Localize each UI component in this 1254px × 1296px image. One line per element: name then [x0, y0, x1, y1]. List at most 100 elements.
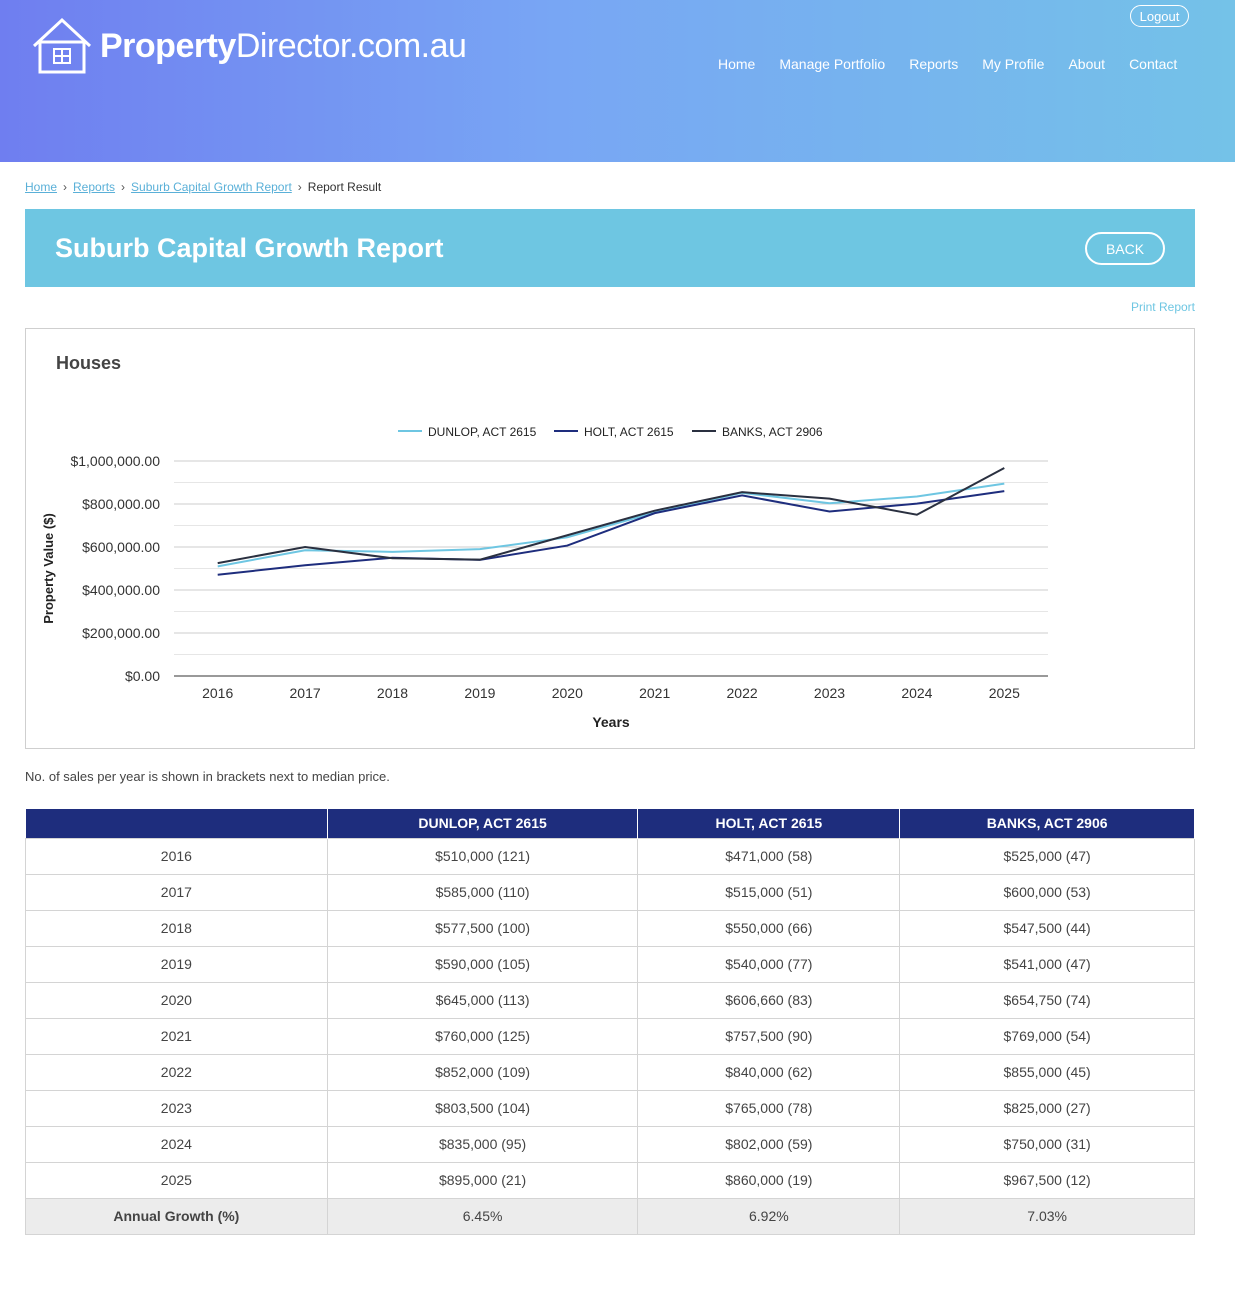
- table-row: 2018 $577,500 (100) $550,000 (66) $547,500 …: [25, 909, 1195, 947]
- value-cell: $840,000 (62): [637, 1053, 901, 1091]
- value-cell: $541,000 (47): [899, 945, 1195, 983]
- year-cell: 2016: [25, 837, 328, 875]
- value-cell: $654,750 (74): [899, 981, 1195, 1019]
- breadcrumb-home[interactable]: Home: [25, 180, 57, 194]
- value-cell: $835,000 (95): [326, 1125, 639, 1163]
- value-cell: $855,000 (45): [899, 1053, 1195, 1091]
- table-header-row: DUNLOP, ACT 2615 HOLT, ACT 2615 BANKS, A…: [25, 809, 1195, 838]
- header-holt: HOLT, ACT 2615: [637, 809, 901, 838]
- y-tick-label: $200,000.00: [82, 625, 160, 641]
- value-cell: $765,000 (78): [637, 1089, 901, 1127]
- growth-value: 6.45%: [326, 1197, 639, 1235]
- value-cell: $852,000 (109): [326, 1053, 639, 1091]
- value-cell: $769,000 (54): [899, 1017, 1195, 1055]
- value-cell: $525,000 (47): [899, 837, 1195, 875]
- value-cell: $540,000 (77): [637, 945, 901, 983]
- growth-label: Annual Growth (%): [25, 1197, 328, 1235]
- value-cell: $645,000 (113): [326, 981, 639, 1019]
- nav-about[interactable]: About: [1068, 56, 1105, 72]
- nav-my-profile[interactable]: My Profile: [982, 56, 1044, 72]
- value-cell: $760,000 (125): [326, 1017, 639, 1055]
- header-dunlop: DUNLOP, ACT 2615: [327, 809, 639, 838]
- x-tick-label: 2018: [377, 685, 408, 701]
- y-tick-label: $0.00: [125, 668, 160, 684]
- breadcrumb-reports[interactable]: Reports: [73, 180, 115, 194]
- growth-value: 6.92%: [637, 1197, 901, 1235]
- y-tick-label: $600,000.00: [82, 539, 160, 555]
- nav-home[interactable]: Home: [718, 56, 755, 72]
- line-chart: $0.00 $200,000.00 $400,000.00 $600,000.00 $8…: [41, 425, 1048, 730]
- value-cell: $600,000 (53): [899, 873, 1195, 911]
- value-cell: $825,000 (27): [899, 1089, 1195, 1127]
- nav-contact[interactable]: Contact: [1129, 56, 1177, 72]
- table-row: 2024 $835,000 (95) $802,000 (59) $750,000 (…: [25, 1125, 1195, 1163]
- print-report-link[interactable]: Print Report: [1131, 300, 1195, 314]
- series-line-0: [217, 482, 1005, 568]
- x-tick-label: 2017: [290, 685, 321, 701]
- year-cell: 2023: [25, 1089, 328, 1127]
- report-table: DUNLOP, ACT 2615 HOLT, ACT 2615 BANKS, A…: [25, 809, 1195, 1235]
- table-row: 2016 $510,000 (121) $471,000 (58) $525,000 …: [25, 837, 1195, 875]
- site-logo[interactable]: PropertyDirector.com.au: [30, 16, 467, 76]
- table-row: 2019 $590,000 (105) $540,000 (77) $541,000 …: [25, 945, 1195, 983]
- logo-text: PropertyDirector.com.au: [100, 26, 467, 65]
- breadcrumb-suburb-report[interactable]: Suburb Capital Growth Report: [131, 180, 292, 194]
- table-row: 2025 $895,000 (21) $860,000 (19) $967,500 (…: [25, 1161, 1195, 1199]
- legend-label: HOLT, ACT 2615: [584, 425, 674, 439]
- logout-button[interactable]: Logout: [1130, 5, 1189, 27]
- x-tick-label: 2021: [639, 685, 670, 701]
- page-title: Suburb Capital Growth Report: [55, 233, 444, 263]
- x-tick-label: 2023: [814, 685, 845, 701]
- value-cell: $471,000 (58): [637, 837, 901, 875]
- year-cell: 2022: [25, 1053, 328, 1091]
- y-tick-label: $800,000.00: [82, 496, 160, 512]
- value-cell: $606,660 (83): [637, 981, 901, 1019]
- value-cell: $757,500 (90): [637, 1017, 901, 1055]
- nav-manage-portfolio[interactable]: Manage Portfolio: [779, 56, 885, 72]
- value-cell: $577,500 (100): [326, 909, 639, 947]
- year-cell: 2024: [25, 1125, 328, 1163]
- site-header: PropertyDirector.com.au Logout Home Mana…: [0, 0, 1235, 162]
- back-button[interactable]: BACK: [1085, 232, 1165, 265]
- chevron-right-icon: ›: [63, 180, 68, 194]
- value-cell: $510,000 (121): [326, 837, 639, 875]
- value-cell: $860,000 (19): [637, 1161, 901, 1199]
- year-cell: 2019: [25, 945, 328, 983]
- house-logo-icon: [32, 17, 92, 74]
- x-tick-label: 2025: [989, 685, 1020, 701]
- x-tick-label: 2020: [552, 685, 583, 701]
- x-tick-label: 2024: [901, 685, 932, 701]
- year-cell: 2025: [25, 1161, 328, 1199]
- value-cell: $895,000 (21): [326, 1161, 639, 1199]
- table-row: 2022 $852,000 (109) $840,000 (62) $855,000 …: [25, 1053, 1195, 1091]
- y-tick-label: $1,000,000.00: [70, 453, 160, 469]
- year-cell: 2018: [25, 909, 328, 947]
- table-row: 2017 $585,000 (110) $515,000 (51) $600,000 …: [25, 873, 1195, 911]
- y-tick-label: $400,000.00: [82, 582, 160, 598]
- breadcrumb: Home › Reports › Suburb Capital Growth R…: [25, 180, 381, 194]
- growth-row: Annual Growth (%) 6.45% 6.92% 7.03%: [25, 1197, 1195, 1235]
- sales-note: No. of sales per year is shown in bracke…: [25, 769, 390, 784]
- value-cell: $515,000 (51): [637, 873, 901, 911]
- x-tick-label: 2019: [464, 685, 495, 701]
- value-cell: $590,000 (105): [326, 945, 639, 983]
- legend-label: BANKS, ACT 2906: [722, 425, 823, 439]
- legend-label: DUNLOP, ACT 2615: [428, 425, 537, 439]
- chevron-right-icon: ›: [297, 180, 302, 194]
- breadcrumb-current: Report Result: [307, 180, 382, 194]
- year-cell: 2020: [25, 981, 328, 1019]
- value-cell: $803,500 (104): [326, 1089, 639, 1127]
- nav-reports[interactable]: Reports: [909, 56, 958, 72]
- value-cell: $967,500 (12): [899, 1161, 1195, 1199]
- x-tick-label: 2022: [727, 685, 758, 701]
- value-cell: $750,000 (31): [899, 1125, 1195, 1163]
- value-cell: $547,500 (44): [899, 909, 1195, 947]
- value-cell: $802,000 (59): [637, 1125, 901, 1163]
- chart-panel: Houses $0.00 $200,000.00 $400,000.00 $600,0…: [25, 328, 1195, 749]
- value-cell: $585,000 (110): [326, 873, 639, 911]
- main-nav: Home Manage Portfolio Reports My Profile…: [718, 56, 1201, 72]
- header-year: [25, 809, 328, 838]
- year-cell: 2017: [25, 873, 328, 911]
- growth-value: 7.03%: [899, 1197, 1195, 1235]
- page-title-bar: Suburb Capital Growth Report BACK: [25, 209, 1195, 287]
